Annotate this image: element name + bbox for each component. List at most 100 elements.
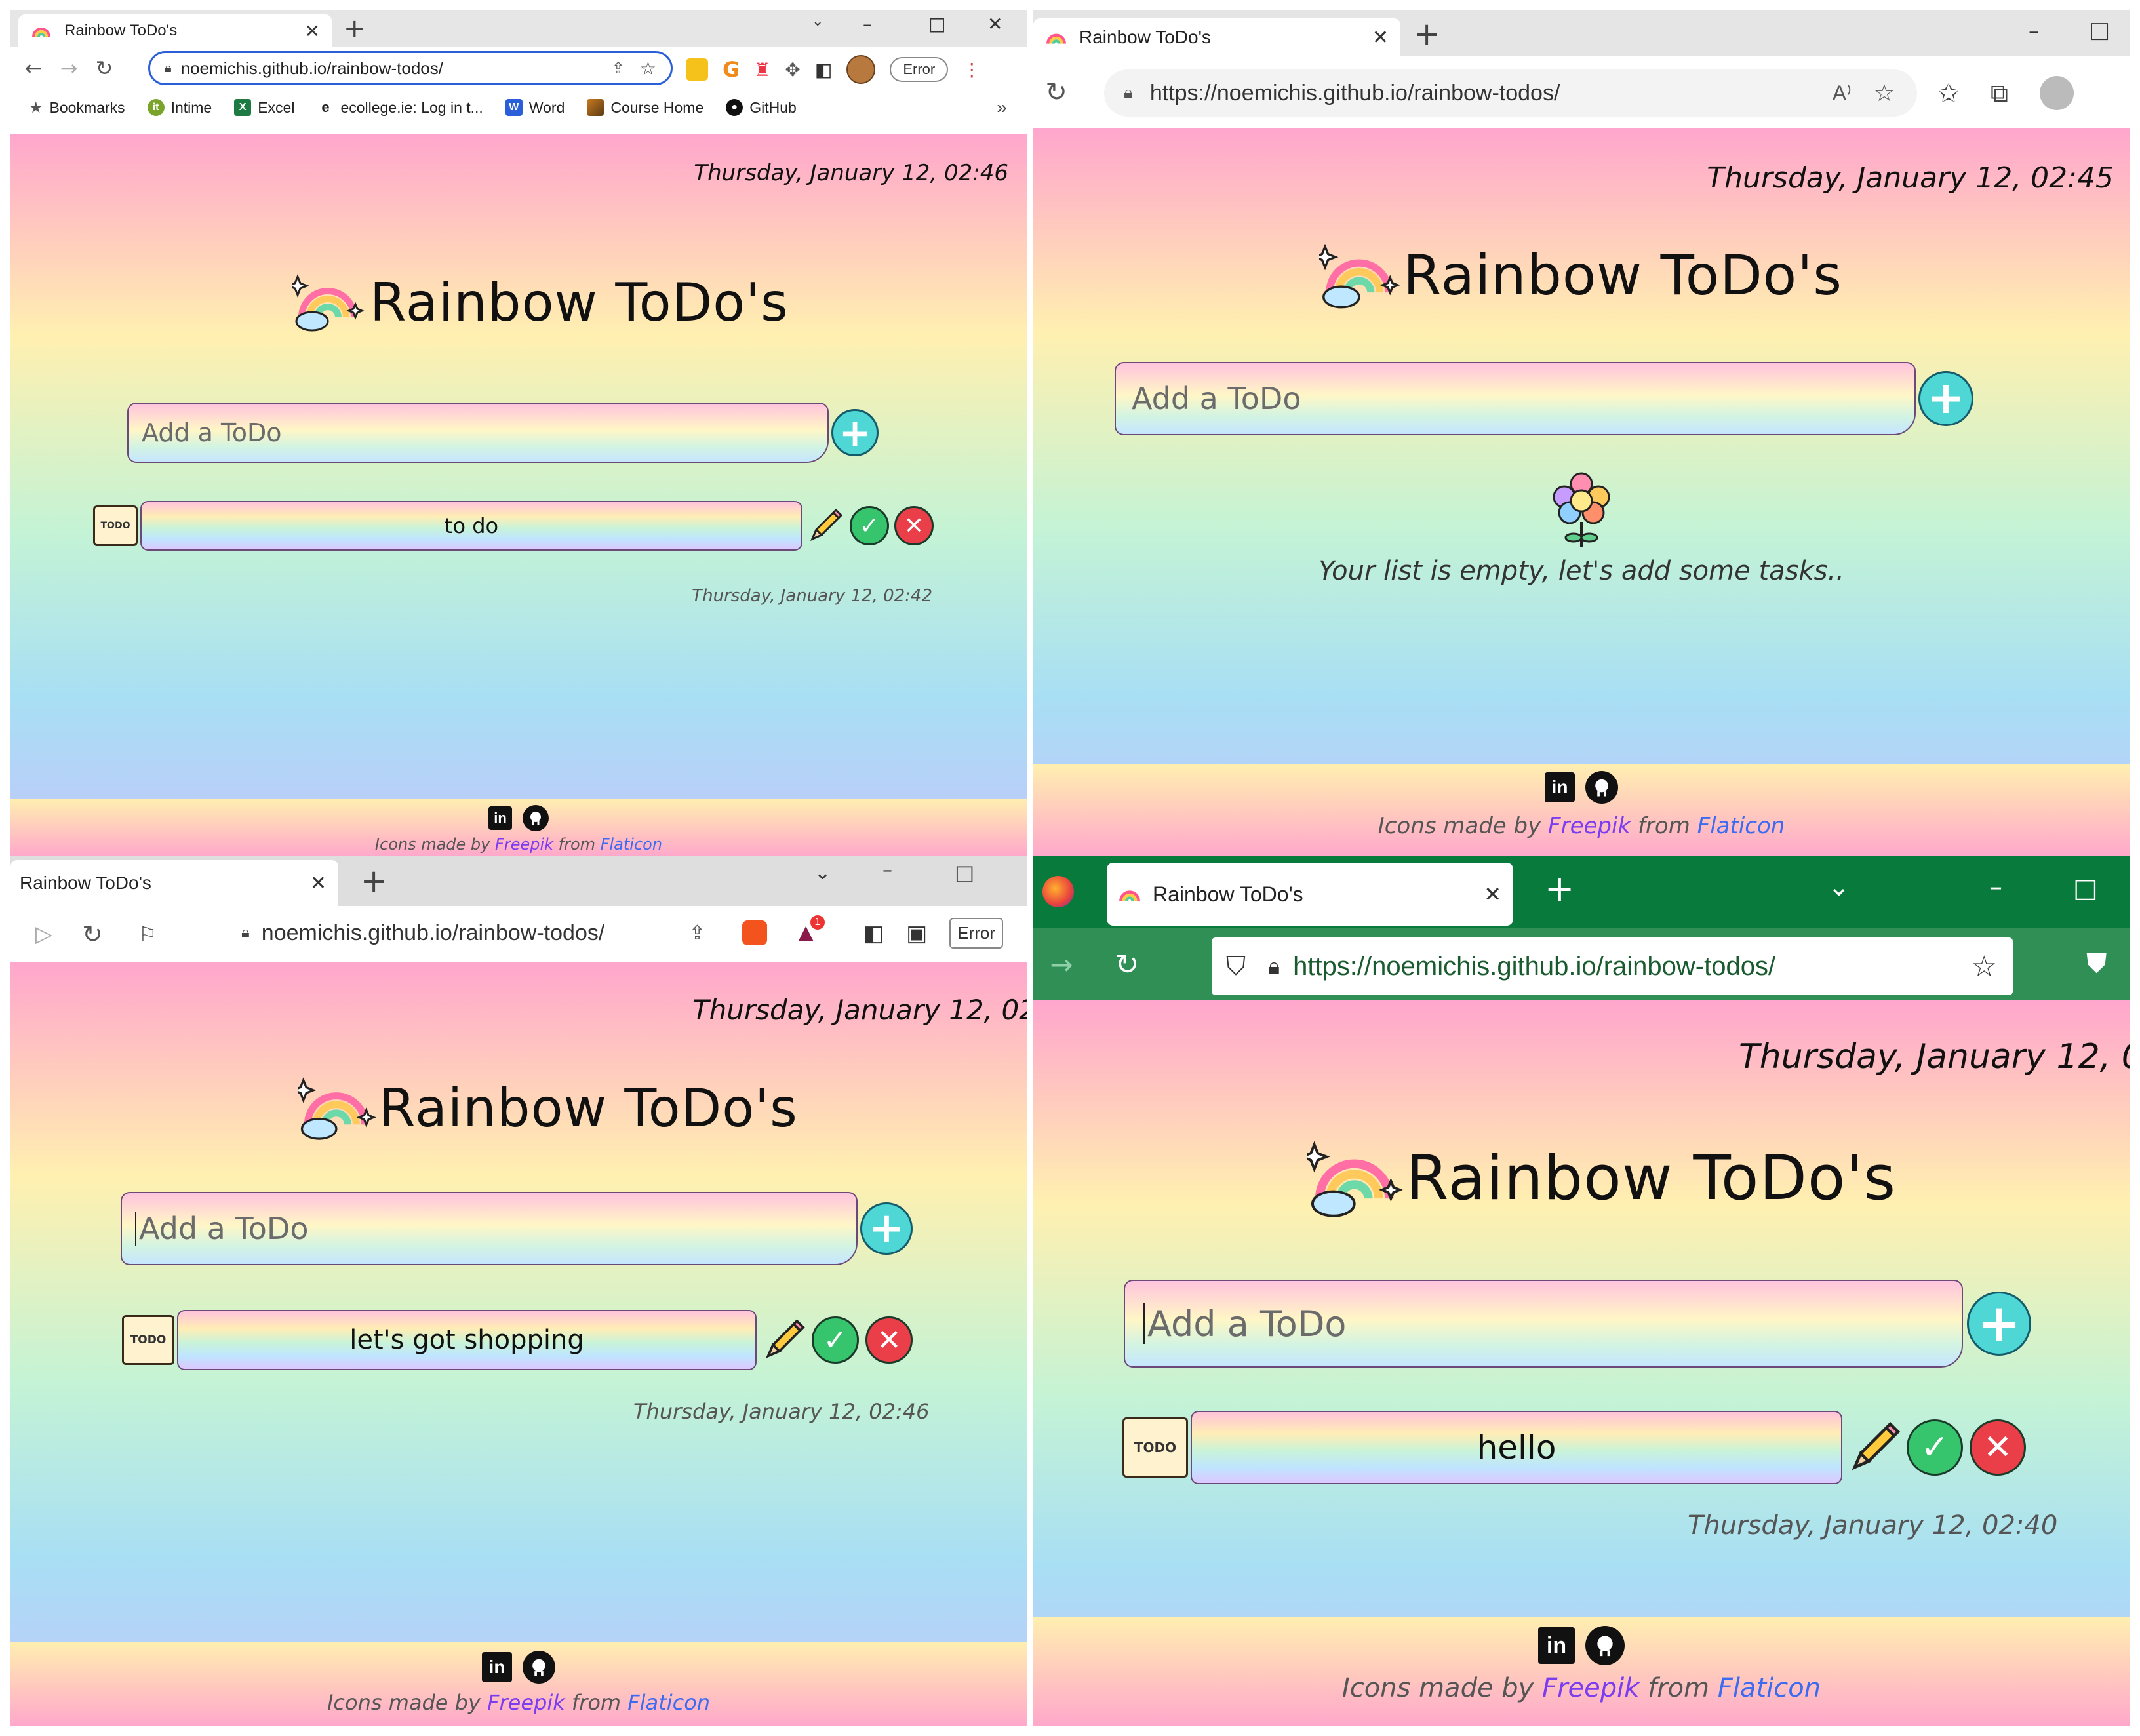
- forward-arrow-icon[interactable]: →: [1044, 949, 1079, 981]
- share-icon[interactable]: ⇪: [689, 922, 705, 945]
- linkedin-icon[interactable]: in: [488, 806, 512, 830]
- more-bookmarks-icon[interactable]: »: [997, 97, 1007, 118]
- todo-text[interactable]: let's got shopping: [177, 1310, 757, 1370]
- add-favorite-icon[interactable]: ☆: [1874, 79, 1895, 107]
- forward-arrow-icon[interactable]: →: [51, 56, 87, 81]
- linkedin-icon[interactable]: in: [1538, 1627, 1575, 1664]
- new-tab-icon[interactable]: +: [361, 865, 387, 897]
- address-bar[interactable]: 🔒︎ https://noemichis.github.io/rainbow-t…: [1104, 69, 1917, 117]
- reload-icon[interactable]: ↻: [1109, 948, 1145, 981]
- wallet-icon[interactable]: ▣: [906, 920, 927, 947]
- bookmark-ecollege[interactable]: e ecollege.ie: Log in t...: [317, 99, 483, 117]
- delete-x-button[interactable]: ✕: [1970, 1419, 2026, 1476]
- back-arrow-icon[interactable]: ←: [16, 56, 51, 81]
- side-panel-icon[interactable]: ◧: [815, 59, 832, 81]
- favorites-icon[interactable]: ✩: [1938, 79, 1959, 108]
- collections-icon[interactable]: ⧉: [1991, 79, 2008, 108]
- brave-rewards-icon[interactable]: ▲ 1: [793, 915, 825, 947]
- github-icon[interactable]: [1585, 771, 1618, 804]
- edit-pencil-icon[interactable]: [1845, 1420, 1904, 1475]
- todo-text[interactable]: hello: [1191, 1411, 1842, 1484]
- maximize-icon[interactable]: □: [2089, 17, 2110, 43]
- freepik-link[interactable]: Freepik: [1542, 1673, 1639, 1703]
- bookmark-intime[interactable]: it Intime: [147, 99, 212, 117]
- complete-check-button[interactable]: ✓: [812, 1316, 859, 1364]
- add-todo-button[interactable]: +: [860, 1202, 913, 1255]
- back-triangle-icon[interactable]: ▷: [26, 921, 62, 947]
- minimize-icon[interactable]: –: [882, 859, 892, 882]
- read-aloud-icon[interactable]: A⁾: [1833, 81, 1852, 106]
- address-bar[interactable]: ⛉ 🔒︎ https://noemichis.github.io/rainbow…: [1212, 937, 2013, 995]
- browser-tab[interactable]: Rainbow ToDo's ✕: [1107, 863, 1513, 926]
- browser-tab[interactable]: Rainbow ToDo's ✕: [10, 860, 338, 906]
- github-icon[interactable]: [523, 1651, 555, 1684]
- delete-x-button[interactable]: ✕: [894, 506, 934, 545]
- firefox-logo-icon[interactable]: [1042, 876, 1074, 907]
- flaticon-link[interactable]: Flaticon: [1718, 1673, 1821, 1703]
- add-todo-input[interactable]: Add a ToDo: [127, 403, 829, 463]
- flaticon-link[interactable]: Flaticon: [601, 835, 662, 854]
- complete-check-button[interactable]: ✓: [1907, 1419, 1963, 1476]
- linkedin-icon[interactable]: in: [1545, 772, 1575, 802]
- flaticon-link[interactable]: Flaticon: [627, 1690, 710, 1715]
- add-todo-button[interactable]: +: [1918, 371, 1973, 426]
- profile-avatar[interactable]: [2039, 76, 2074, 110]
- extension-grammar-icon[interactable]: G: [723, 57, 740, 82]
- flaticon-link[interactable]: Flaticon: [1697, 813, 1785, 839]
- minimize-icon[interactable]: –: [2029, 18, 2039, 43]
- share-icon[interactable]: ⇪: [612, 59, 625, 78]
- bookmark-icon[interactable]: ⚐: [130, 922, 165, 947]
- tab-search-chevron-icon[interactable]: ⌄: [814, 861, 831, 884]
- list-tabs-chevron-icon[interactable]: ⌄: [1828, 872, 1850, 902]
- reload-icon[interactable]: ↻: [1039, 77, 1074, 108]
- close-tab-icon[interactable]: ✕: [1372, 26, 1389, 49]
- close-tab-icon[interactable]: ✕: [310, 872, 327, 895]
- add-todo-input[interactable]: Add a ToDo: [1124, 1280, 1963, 1368]
- close-window-icon[interactable]: ✕: [987, 13, 1002, 35]
- pocket-icon[interactable]: ⛊: [2086, 947, 2107, 979]
- maximize-icon[interactable]: □: [2073, 873, 2098, 903]
- browser-tab[interactable]: Rainbow ToDo's ✕: [1033, 18, 1400, 56]
- bookmark-word[interactable]: W Word: [505, 99, 565, 117]
- close-tab-icon[interactable]: ✕: [1484, 882, 1501, 907]
- minimize-icon[interactable]: –: [863, 13, 872, 35]
- browser-tab[interactable]: Rainbow ToDo's ✕: [18, 14, 332, 47]
- add-todo-button[interactable]: +: [1967, 1292, 2031, 1356]
- github-icon[interactable]: [1585, 1626, 1625, 1665]
- edit-pencil-icon[interactable]: [759, 1318, 809, 1362]
- tab-search-chevron-icon[interactable]: ⌄: [812, 13, 823, 30]
- minimize-icon[interactable]: –: [1989, 872, 2002, 902]
- bookmark-star-icon[interactable]: ☆: [640, 58, 656, 79]
- tracking-shield-icon[interactable]: ⛉: [1226, 952, 1246, 981]
- reload-icon[interactable]: ↻: [75, 920, 110, 949]
- maximize-icon[interactable]: □: [955, 860, 974, 885]
- address-bar[interactable]: 🔒︎ noemichis.github.io/rainbow-todos/ ⇪ …: [227, 911, 830, 955]
- github-icon[interactable]: [523, 805, 549, 831]
- add-todo-input[interactable]: Add a ToDo: [121, 1192, 858, 1265]
- extension-notes-icon[interactable]: [686, 58, 708, 81]
- bookmark-excel[interactable]: X Excel: [234, 99, 294, 117]
- profile-avatar[interactable]: [846, 55, 876, 84]
- add-todo-input[interactable]: Add a ToDo: [1115, 362, 1916, 435]
- extension-lighthouse-icon[interactable]: ♜: [754, 59, 770, 81]
- new-tab-icon[interactable]: +: [1545, 871, 1574, 907]
- add-todo-button[interactable]: +: [831, 409, 879, 456]
- brave-shield-icon[interactable]: [742, 920, 767, 945]
- error-badge[interactable]: Error: [890, 57, 949, 82]
- linkedin-icon[interactable]: in: [482, 1652, 512, 1682]
- bookmarks-item[interactable]: ★ Bookmarks: [29, 98, 125, 117]
- edit-pencil-icon[interactable]: [805, 507, 846, 544]
- error-badge[interactable]: Error: [949, 918, 1004, 949]
- extensions-puzzle-icon[interactable]: ✥: [785, 59, 800, 81]
- maximize-icon[interactable]: □: [928, 13, 945, 35]
- todo-text[interactable]: to do: [140, 501, 802, 551]
- freepik-link[interactable]: Freepik: [1548, 813, 1631, 839]
- freepik-link[interactable]: Freepik: [487, 1690, 565, 1715]
- close-tab-icon[interactable]: ✕: [305, 20, 320, 42]
- bookmark-course-home[interactable]: Course Home: [587, 99, 703, 117]
- address-bar[interactable]: 🔒︎ noemichis.github.io/rainbow-todos/ ⇪ …: [148, 51, 673, 85]
- new-tab-icon[interactable]: +: [344, 14, 366, 43]
- delete-x-button[interactable]: ✕: [865, 1316, 913, 1364]
- complete-check-button[interactable]: ✓: [850, 506, 889, 545]
- freepik-link[interactable]: Freepik: [495, 835, 553, 854]
